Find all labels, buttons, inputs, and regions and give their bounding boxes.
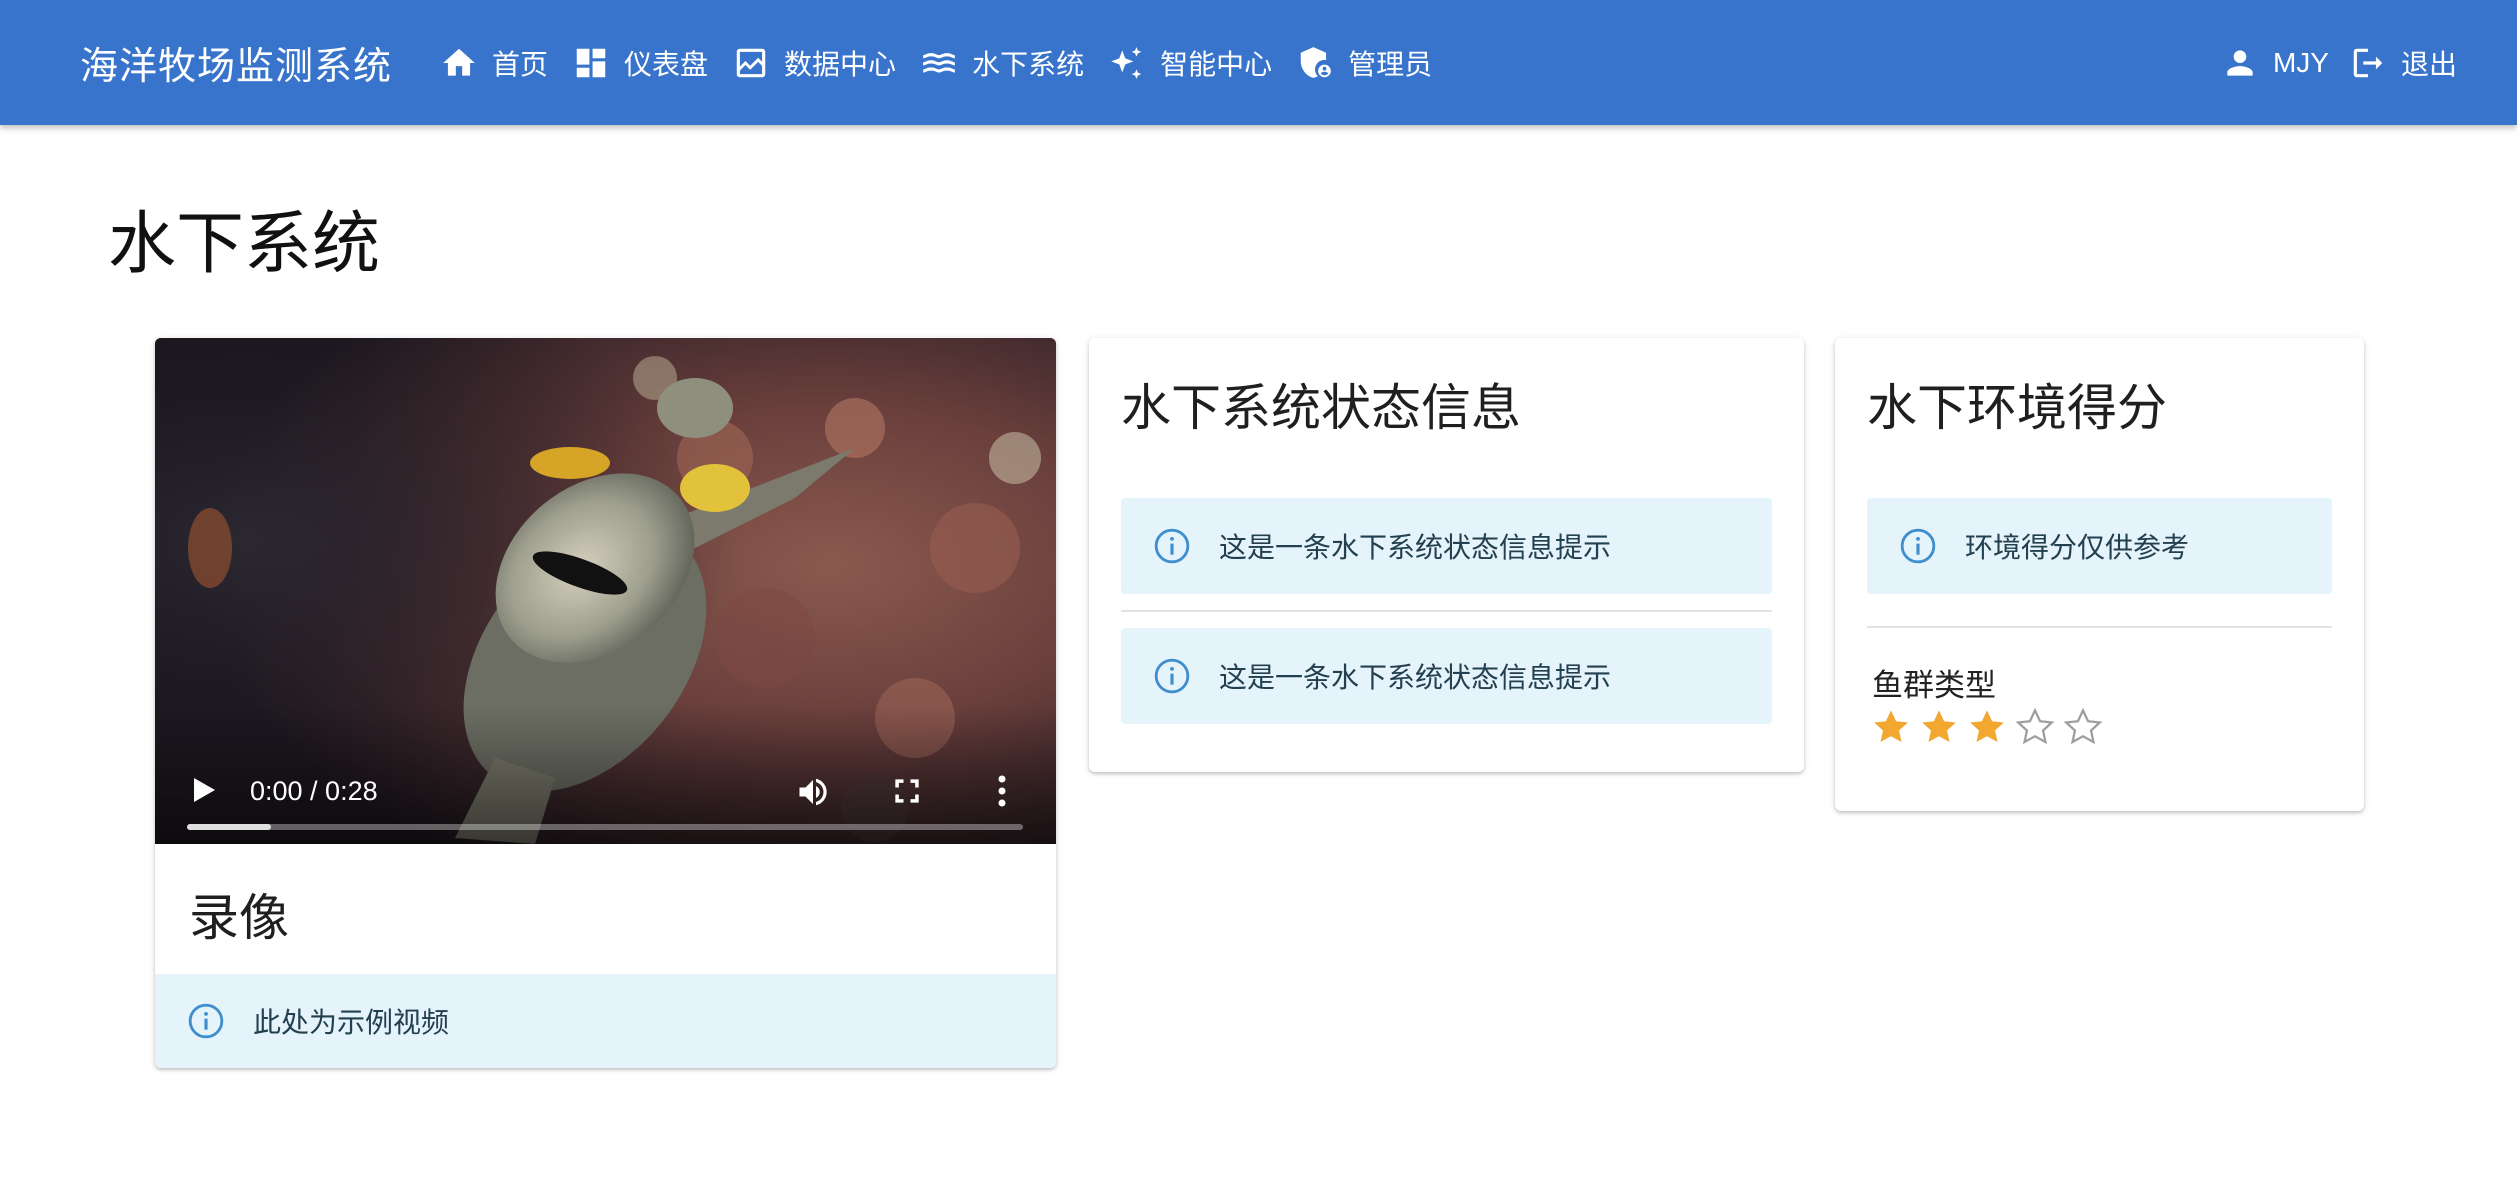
app-bar: 海洋牧场监测系统 首页 仪表盘 数据中心 水下系统 智能中心 管理员 MJY 退… [0,0,2517,125]
home-icon [443,48,475,76]
person-icon [2227,49,2253,76]
info-icon [1154,528,1190,564]
info-icon [1154,658,1190,694]
main-nav: 首页 仪表盘 数据中心 水下系统 智能中心 管理员 [428,33,1444,93]
chart-icon [736,48,766,77]
nav-item-admin[interactable]: 管理员 [1284,33,1444,93]
page-title: 水下系统 [108,205,381,284]
score-info-alert: 环境得分仅供参考 [1867,498,2332,594]
nav-item-label: 首页 [492,47,549,81]
score-card: 水下环境得分 环境得分仅供参考 鱼群类型 [1835,338,2364,811]
video-info-alert: 此处为示例视频 [155,974,1056,1068]
star-empty-icon[interactable] [2014,706,2056,748]
alert-text: 这是一条水下系统状态信息提示 [1219,531,1612,564]
star-filled-icon[interactable] [1870,706,1912,748]
alert-text: 这是一条水下系统状态信息提示 [1219,661,1612,694]
nav-item-label: 管理员 [1348,47,1433,81]
status-alert: 这是一条水下系统状态信息提示 [1121,498,1772,594]
divider [1867,626,2332,628]
user-nav: MJY 退出 [2211,33,2467,93]
nav-item-label: 水下系统 [972,47,1085,81]
star-rating[interactable] [1870,706,2110,748]
divider [1121,610,1772,612]
logout-label: 退出 [2400,47,2457,81]
user-name: MJY [2272,46,2329,78]
rating-label: 鱼群类型 [1872,668,1996,704]
video-time: 0:00 / 0:28 [250,776,378,806]
logout-icon [2353,48,2383,77]
alert-text: 此处为示例视频 [253,1006,450,1039]
nav-item-underwater[interactable]: 水下系统 [908,33,1096,93]
video-progress-fill [187,824,271,830]
video-card-title: 录像 [189,889,289,947]
score-card-title: 水下环境得分 [1867,379,2167,437]
info-icon [1900,528,1936,564]
status-card: 水下系统状态信息 这是一条水下系统状态信息提示 这是一条水下系统状态信息提示 [1089,338,1804,772]
user-menu[interactable]: MJY [2211,33,2339,93]
info-icon [188,1003,224,1039]
fullscreen-icon[interactable] [893,777,921,805]
waves-icon [923,52,955,72]
status-card-title: 水下系统状态信息 [1121,379,1521,437]
star-empty-icon[interactable] [2062,706,2104,748]
more-options-icon[interactable] [997,774,1007,808]
status-alert: 这是一条水下系统状态信息提示 [1121,628,1772,724]
nav-item-ai-center[interactable]: 智能中心 [1096,33,1284,93]
nav-item-dashboard[interactable]: 仪表盘 [560,33,720,93]
app-title[interactable]: 海洋牧场监测系统 [80,35,392,90]
nav-item-label: 仪表盘 [624,47,709,81]
video-progress-bar[interactable] [187,824,1023,830]
video-player[interactable]: 0:00 / 0:28 [155,338,1056,844]
alert-text: 环境得分仅供参考 [1965,531,2190,564]
nav-item-label: 数据中心 [784,47,897,81]
star-filled-icon[interactable] [1966,706,2008,748]
nav-item-home[interactable]: 首页 [428,33,560,93]
star-filled-icon[interactable] [1918,706,1960,748]
admin-shield-icon [1300,46,1331,78]
volume-icon[interactable] [795,774,831,810]
logout-button[interactable]: 退出 [2339,33,2467,93]
sparkle-icon [1111,46,1142,79]
video-controls: 0:00 / 0:28 [155,704,1056,844]
play-icon[interactable] [191,776,217,804]
video-card: 0:00 / 0:28 录像 此处为示例视频 [155,338,1056,1068]
dashboard-icon [576,48,606,77]
nav-item-data-center[interactable]: 数据中心 [720,33,908,93]
nav-item-label: 智能中心 [1160,47,1273,81]
